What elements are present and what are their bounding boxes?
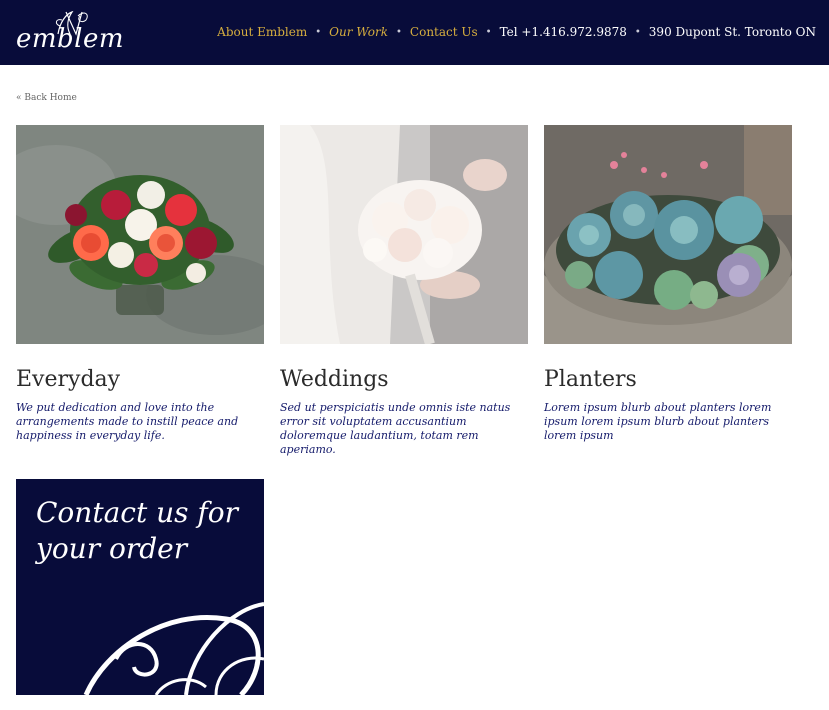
card-planters[interactable]: Planters Lorem ipsum blurb about planter… bbox=[544, 125, 792, 442]
contact-promo-tile[interactable]: Contact us for your order bbox=[16, 479, 264, 695]
nav-phone-link[interactable]: Tel +1.416.972.9878 bbox=[500, 25, 627, 39]
nav-our-work-link[interactable]: Our Work bbox=[329, 25, 388, 39]
card-everyday[interactable]: Everyday We put dedication and love into… bbox=[16, 125, 264, 442]
nav-contact-link[interactable]: Contact Us bbox=[410, 25, 478, 39]
card-title: Weddings bbox=[280, 367, 389, 392]
card-title: Everyday bbox=[16, 367, 121, 392]
card-title: Planters bbox=[544, 367, 637, 392]
weddings-bouquet-image bbox=[280, 125, 528, 344]
nav-separator: • bbox=[634, 26, 641, 38]
nav-about-link[interactable]: About Emblem bbox=[217, 25, 307, 39]
nav-address: 390 Dupont St. Toronto ON bbox=[648, 25, 816, 39]
logo-wordmark: emblem bbox=[16, 24, 125, 54]
back-home-link[interactable]: « Back Home bbox=[16, 93, 77, 103]
promo-line-2: your order bbox=[36, 532, 188, 565]
everyday-bouquet-image bbox=[16, 125, 264, 344]
nav-separator: • bbox=[396, 26, 402, 38]
main-nav: About Emblem • Our Work • Contact Us • T… bbox=[217, 25, 816, 39]
card-description: We put dedication and love into the arra… bbox=[16, 401, 239, 442]
promo-line-1: Contact us for bbox=[36, 496, 239, 529]
card-weddings[interactable]: Weddings Sed ut perspiciatis unde omnis … bbox=[280, 125, 528, 456]
nav-separator: • bbox=[485, 26, 492, 38]
card-description: Lorem ipsum blurb about planters lorem i… bbox=[544, 401, 772, 442]
card-description: Sed ut perspiciatis unde omnis iste natu… bbox=[280, 401, 511, 456]
promo-heading: Contact us for your order bbox=[36, 495, 261, 567]
nav-separator: • bbox=[315, 26, 322, 38]
planters-succulents-image bbox=[544, 125, 792, 344]
site-header: emblem About Emblem • Our Work • Contact… bbox=[0, 0, 829, 65]
emblem-logo[interactable]: emblem bbox=[16, 8, 124, 58]
